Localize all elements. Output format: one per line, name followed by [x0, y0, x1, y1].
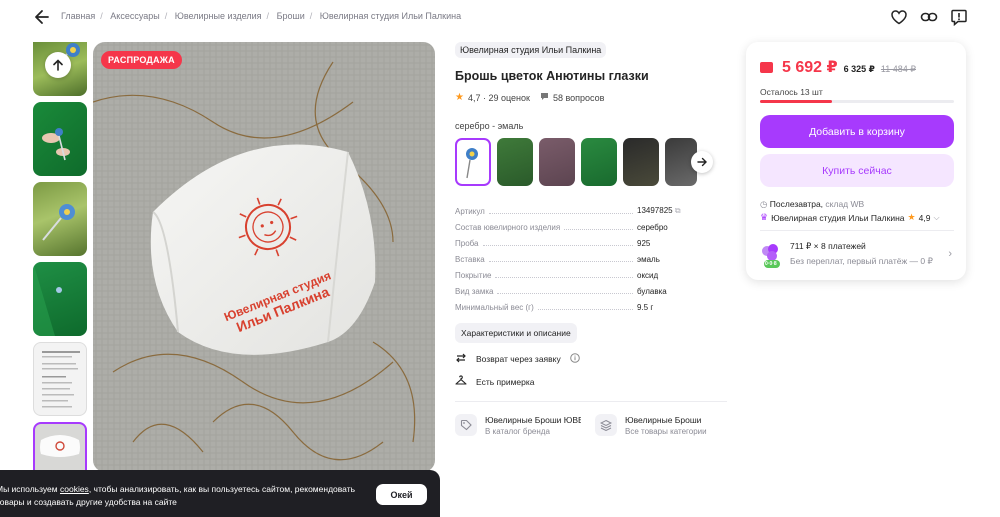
cookie-text: Мы используем cookies, чтобы анализирова…: [0, 484, 356, 507]
brand-link[interactable]: Ювелирная студия Ильи Палкина: [455, 42, 607, 58]
specs-table: Артикул 13497825 ⧉ Состав ювелирного изде…: [455, 203, 687, 315]
return-label: Возврат через заявку: [476, 354, 561, 364]
variant-swatch-selected[interactable]: [455, 138, 491, 186]
installment-icon: 0·0·8: [760, 243, 782, 268]
spec-row: Вставка эмаль: [455, 254, 660, 264]
breadcrumb-item[interactable]: Броши: [277, 11, 305, 21]
spec-row: Покрытие оксид: [455, 270, 659, 280]
thumbnail[interactable]: [33, 262, 87, 336]
breadcrumb-item[interactable]: Аксессуары: [110, 11, 159, 21]
sale-badge: РАСПРОДАЖА: [101, 51, 182, 69]
variant-swatch[interactable]: [623, 138, 659, 186]
breadcrumb: Главная / Аксессуары / Ювелирные изделия / …: [61, 11, 462, 21]
layers-icon: [595, 414, 617, 436]
spec-row: Минимальный вес (г) 9.5 г: [455, 302, 654, 312]
divider: [760, 230, 954, 231]
heart-icon[interactable]: [890, 8, 908, 26]
star-icon: ★: [907, 212, 916, 222]
cookie-ok-button[interactable]: Окей: [376, 484, 427, 505]
top-bar: Главная / Аксессуары / Ювелирные изделия / …: [0, 0, 1000, 34]
spec-row: Состав ювелирного изделия серебро: [455, 222, 668, 232]
chevron-right-icon[interactable]: ›: [948, 248, 952, 260]
fitting-row: Есть примерка: [455, 375, 727, 389]
price-row: 5 692 ₽ 6 325 ₽ 11 484 ₽: [760, 57, 916, 77]
variant-swatch[interactable]: [581, 138, 617, 186]
questions-icon: [540, 92, 549, 103]
related-links: Ювелирные Броши ЮВЕ В каталог бренда Ювел…: [455, 414, 727, 436]
sku-value: 13497825: [637, 206, 673, 215]
product-info: Ювелирная студия Ильи Палкина Брошь цвет…: [455, 40, 727, 436]
product-title: Брошь цветок Анютины глазки: [455, 69, 649, 83]
installment-badge: 0·0·8: [765, 261, 777, 267]
report-icon[interactable]: [950, 8, 968, 27]
thumbnail[interactable]: [33, 102, 87, 176]
breadcrumb-item[interactable]: Главная: [61, 11, 95, 21]
price-without-wallet: 6 325 ₽: [843, 64, 875, 74]
chevron-down-icon[interactable]: ⌵: [933, 213, 939, 223]
clock-icon: ◷: [760, 199, 768, 209]
thumbnail-list: [33, 42, 89, 502]
star-icon: ★: [455, 92, 464, 103]
category-link[interactable]: Ювелирные Броши Все товары категории: [595, 414, 723, 436]
stock-bar: [760, 100, 954, 103]
copy-icon[interactable]: ⧉: [675, 206, 681, 215]
info-icon[interactable]: [569, 353, 580, 365]
swatches-next-button[interactable]: [691, 151, 713, 173]
variant-swatch[interactable]: [497, 138, 533, 186]
thumbnail[interactable]: [33, 182, 87, 256]
questions-link[interactable]: 58 вопросов: [553, 93, 604, 103]
divider: [455, 401, 727, 402]
stock-label: Осталось 13 шт: [760, 87, 823, 97]
delivery-info: ◷ Послезавтра, склад WB: [760, 199, 864, 210]
variant-swatches: [455, 138, 727, 186]
tag-icon: [455, 414, 477, 436]
cookies-link[interactable]: cookies: [60, 484, 89, 494]
delivery-date: Послезавтра,: [769, 199, 824, 209]
installment-row[interactable]: 0·0·8 711 ₽ × 8 платежей Без переплат, п…: [760, 241, 933, 268]
installment-subtitle: Без переплат, первый платёж — 0 ₽: [790, 256, 933, 266]
wallet-icon: [760, 62, 773, 73]
spec-row: Артикул 13497825 ⧉: [455, 206, 681, 216]
hanger-icon: [455, 375, 467, 389]
buy-box: 5 692 ₽ 6 325 ₽ 11 484 ₽ Осталось 13 шт …: [746, 42, 966, 280]
spec-row: Проба 925: [455, 238, 651, 248]
installment-amount: 711 ₽ × 8 платежей: [790, 241, 866, 251]
link-icon[interactable]: [920, 8, 938, 26]
stock-bar-fill: [760, 100, 832, 103]
variant-swatch[interactable]: [539, 138, 575, 186]
return-icon: [455, 352, 467, 366]
scroll-up-button[interactable]: [45, 52, 71, 78]
cookie-banner: Мы используем cookies, чтобы анализирова…: [0, 470, 440, 517]
buy-now-button[interactable]: Купить сейчас: [760, 154, 954, 187]
spec-row: Вид замка булавка: [455, 286, 667, 296]
breadcrumb-item[interactable]: Ювелирная студия Ильи Палкина: [320, 11, 461, 21]
add-to-cart-button[interactable]: Добавить в корзину: [760, 115, 954, 148]
characteristics-button[interactable]: Характеристики и описание: [455, 323, 577, 343]
price: 5 692 ₽: [782, 59, 838, 76]
main-product-image[interactable]: Ювелирная студия Ильи Палкина РАСПРОДАЖА: [93, 42, 435, 472]
fitting-label: Есть примерка: [476, 377, 535, 387]
crown-icon: ♛: [760, 212, 769, 222]
thumbnail[interactable]: [33, 342, 87, 416]
brand-catalog-link[interactable]: Ювелирные Броши ЮВЕ В каталог бренда: [455, 414, 583, 436]
old-price: 11 484 ₽: [880, 64, 917, 74]
return-row: Возврат через заявку: [455, 352, 727, 366]
rating-row: ★ 4,7 · 29 оценок 58 вопросов: [455, 92, 727, 103]
breadcrumb-item[interactable]: Ювелирные изделия: [175, 11, 262, 21]
seller-rating: 4,9: [918, 212, 931, 223]
variant-label: серебро - эмаль: [455, 121, 524, 131]
warehouse-label: склад WB: [825, 199, 865, 209]
thumbnail[interactable]: [33, 42, 87, 96]
back-arrow-icon[interactable]: [34, 8, 50, 26]
seller-row[interactable]: ♛ Ювелирная студия Ильи Палкина ★ 4,9 ⌵: [760, 212, 940, 223]
rating-link[interactable]: 4,7 · 29 оценок: [468, 93, 530, 103]
seller-name[interactable]: Ювелирная студия Ильи Палкина: [771, 213, 904, 223]
